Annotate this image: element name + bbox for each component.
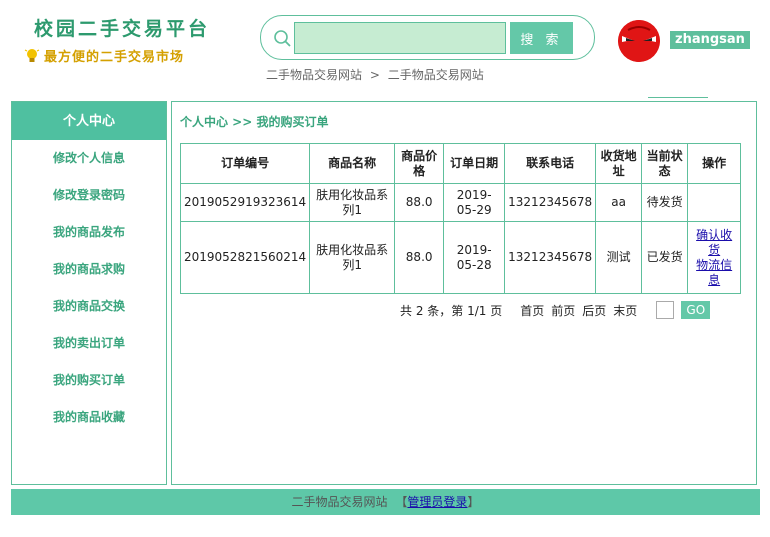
breadcrumb-current: 二手物品交易网站 <box>387 68 484 82</box>
pager-next[interactable]: 后页 <box>582 302 606 319</box>
logistics-info-link[interactable]: 物流信息 <box>691 258 737 288</box>
cell-phone: 13212345678 <box>504 183 597 222</box>
header-product: 商品名称 <box>309 143 396 184</box>
sidebar-item-sold-orders[interactable]: 我的卖出订单 <box>12 325 166 362</box>
sidebar: 个人中心 修改个人信息 修改登录密码 我的商品发布 我的商品求购 我的商品交换 … <box>11 101 167 485</box>
cell-price: 88.0 <box>394 183 445 222</box>
sidebar-item-purchase-orders[interactable]: 我的购买订单 <box>12 362 166 399</box>
pagination: 共 2 条，第 1/1 页 首页 前页 后页 末页 GO <box>400 301 711 319</box>
pager-first[interactable]: 首页 <box>520 302 544 319</box>
header-date: 订单日期 <box>443 143 506 184</box>
avatar[interactable] <box>618 20 660 62</box>
go-button[interactable]: GO <box>681 301 711 319</box>
cell-product: 肤用化妆品系列1 <box>309 221 396 294</box>
cell-address: 测试 <box>595 221 643 294</box>
cell-order-no: 2019052919323614 <box>179 183 311 222</box>
breadcrumb-home[interactable]: 二手物品交易网站 <box>266 68 362 82</box>
cell-price: 88.0 <box>394 221 445 294</box>
confirm-receipt-link[interactable]: 确认收货 <box>691 228 737 258</box>
sidebar-item-edit-profile[interactable]: 修改个人信息 <box>12 140 166 177</box>
breadcrumb-separator: > <box>369 68 380 82</box>
avatar-face-icon <box>618 20 660 62</box>
footer-bracket-open: 【 <box>395 495 408 509</box>
sidebar-item-my-exchange[interactable]: 我的商品交换 <box>12 288 166 325</box>
cell-actions <box>687 183 742 222</box>
sidebar-item-my-wanted[interactable]: 我的商品求购 <box>12 251 166 288</box>
header-status: 当前状态 <box>641 143 689 184</box>
cell-date: 2019-05-28 <box>443 221 506 294</box>
site-subtitle: 最方便的二手交易市场 <box>24 46 184 65</box>
admin-login-link[interactable]: 管理员登录 <box>407 495 467 509</box>
sidebar-item-change-password[interactable]: 修改登录密码 <box>12 177 166 214</box>
username-badge[interactable]: zhangsan <box>670 31 750 49</box>
header-address: 收货地址 <box>595 143 643 184</box>
orders-table: 订单编号 商品名称 商品价格 订单日期 联系电话 收货地址 当前状态 操作 20… <box>179 143 742 294</box>
divider-line <box>648 97 708 98</box>
page-number-input[interactable] <box>656 301 675 319</box>
cell-order-no: 2019052821560214 <box>179 221 311 294</box>
sidebar-header: 个人中心 <box>12 102 166 140</box>
cell-address: aa <box>595 183 643 222</box>
top-breadcrumb: 二手物品交易网站 > 二手物品交易网站 <box>266 66 484 83</box>
main-panel: 个人中心 >> 我的购买订单 订单编号 商品名称 商品价格 订单日期 联系电话 … <box>171 101 757 485</box>
table-header-row: 订单编号 商品名称 商品价格 订单日期 联系电话 收货地址 当前状态 操作 <box>179 143 742 184</box>
footer: 二手物品交易网站 【管理员登录】 <box>11 489 760 515</box>
search-input[interactable] <box>294 22 506 54</box>
pager-prev[interactable]: 前页 <box>551 302 575 319</box>
cell-phone: 13212345678 <box>504 221 597 294</box>
cell-actions: 确认收货 物流信息 <box>687 221 742 294</box>
pager-summary: 共 2 条，第 1/1 页 <box>400 303 503 318</box>
table-row: 2019052919323614 肤用化妆品系列1 88.0 2019-05-2… <box>179 183 742 222</box>
cell-status: 已发货 <box>641 221 689 294</box>
footer-site-name: 二手物品交易网站 <box>291 495 388 509</box>
search-button[interactable]: 搜 索 <box>510 22 573 54</box>
search-bar: 搜 索 <box>260 15 595 60</box>
footer-bracket-close: 】 <box>467 495 480 509</box>
pager-last[interactable]: 末页 <box>613 302 637 319</box>
cell-date: 2019-05-29 <box>443 183 506 222</box>
header-phone: 联系电话 <box>504 143 597 184</box>
header-order-no: 订单编号 <box>179 143 311 184</box>
sidebar-item-favorites[interactable]: 我的商品收藏 <box>12 399 166 436</box>
cell-status: 待发货 <box>641 183 689 222</box>
cell-product: 肤用化妆品系列1 <box>309 183 396 222</box>
sidebar-item-my-listings[interactable]: 我的商品发布 <box>12 214 166 251</box>
site-subtitle-text: 最方便的二手交易市场 <box>44 50 185 65</box>
site-title: 校园二手交易平台 <box>34 18 211 40</box>
table-row: 2019052821560214 肤用化妆品系列1 88.0 2019-05-2… <box>179 221 742 294</box>
lightbulb-icon <box>24 48 40 62</box>
header-actions: 操作 <box>687 143 742 184</box>
search-icon <box>274 30 291 47</box>
header-price: 商品价格 <box>394 143 445 184</box>
page-breadcrumb: 个人中心 >> 我的购买订单 <box>180 115 329 129</box>
